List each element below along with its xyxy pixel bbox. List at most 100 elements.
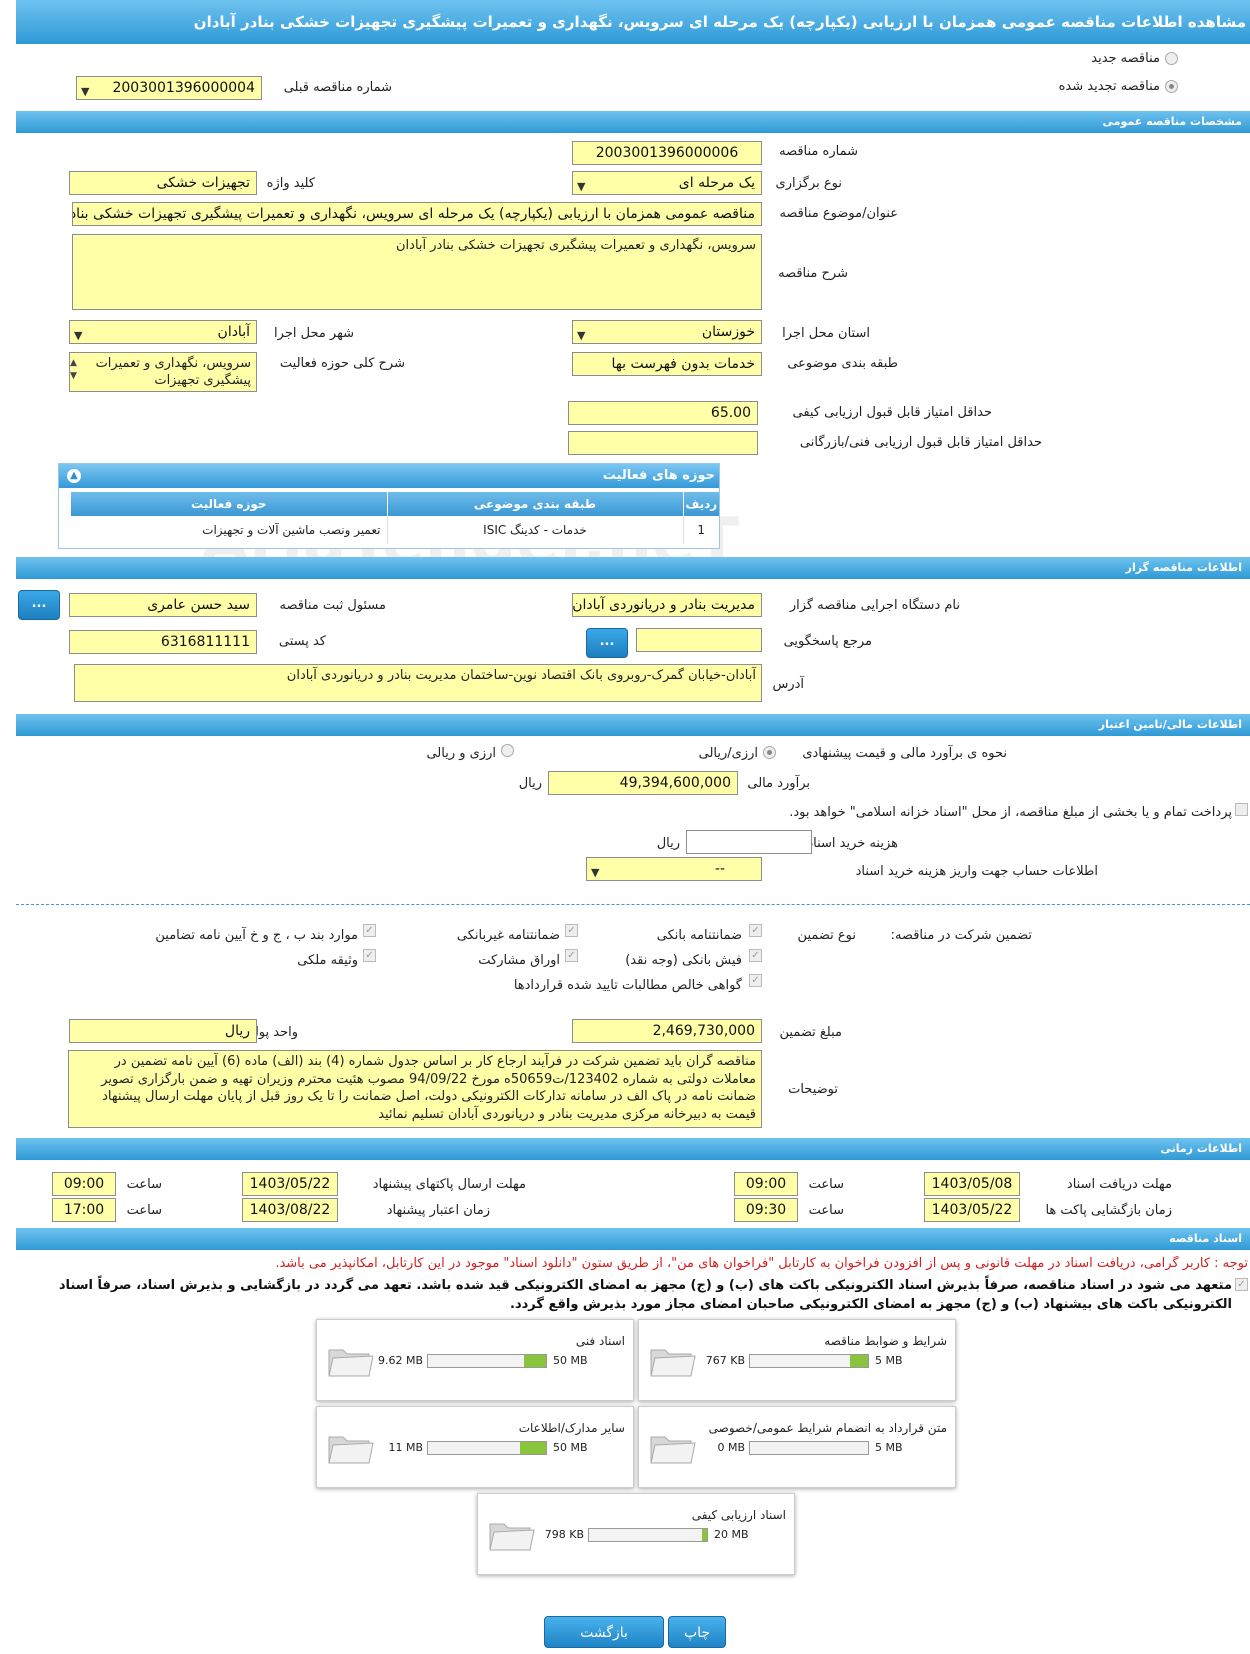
estimate-unit: ریال [518, 776, 542, 791]
general-section-header: مشخصات مناقصه عمومی [16, 111, 1250, 133]
chevron-down-icon: ▼ [591, 866, 600, 879]
method-option2-radio[interactable] [501, 744, 514, 757]
doc-card[interactable]: سایر مدارک/اطلاعات 11 MB 50 MB [316, 1406, 634, 1488]
ref-field [636, 628, 762, 652]
send-date: 1403/05/22 [242, 1172, 338, 1196]
guarantee-checkbox[interactable]: ✓ [749, 974, 762, 987]
province-label: استان محل اجرا [782, 326, 870, 341]
doc-card[interactable]: متن قرارداد به انضمام شرایط عمومی/خصوصی … [638, 1406, 956, 1488]
new-tender-radio[interactable] [1165, 52, 1178, 65]
account-label: اطلاعات حساب جهت واریز هزینه خرید اسناد [855, 864, 1098, 879]
progress-bar [749, 1441, 869, 1455]
ref-label: مرجع پاسخگویی [783, 634, 872, 649]
estimate-label: برآورد مالی [747, 776, 810, 791]
doc-cost-unit: ریال [656, 836, 680, 851]
valid-time: 17:00 [52, 1198, 116, 1222]
tender-number-field: 2003001396000006 [572, 141, 762, 165]
commit-checkbox[interactable]: ✓ [1235, 1278, 1248, 1291]
category-label: طبقه بندی موضوعی [787, 356, 898, 371]
renewed-tender-radio[interactable] [1165, 80, 1178, 93]
postal-label: کد پستی [278, 634, 326, 649]
guarantee-checkbox[interactable]: ✓ [363, 924, 376, 937]
responsible-more-button[interactable]: ... [18, 590, 60, 620]
guarantee-checkbox[interactable]: ✓ [749, 949, 762, 962]
print-button[interactable]: چاپ [668, 1616, 726, 1648]
province-select[interactable]: خوزستان ▼ [572, 320, 762, 344]
guarantee-type-label: نوع تضمین [797, 928, 856, 943]
activity-table: ردیف طبقه بندی موضوعی حوزه فعالیت 1 خدما… [71, 492, 719, 544]
address-field: آبادان-خیابان گمرک-روبروی بانک اقتصاد نو… [74, 664, 762, 702]
category-field: خدمات بدون فهرست بها [572, 352, 762, 376]
table-row[interactable]: 1 خدمات - کدینگ ISIC تعمیر ونصب ماشین آل… [71, 516, 719, 544]
progress-bar [749, 1354, 869, 1368]
open-time: 09:30 [734, 1198, 798, 1222]
col-row: ردیف [682, 492, 719, 516]
subject-label: عنوان/موضوع مناقصه [779, 206, 898, 221]
scroll-arrows-icon[interactable]: ▲ ▼ [70, 357, 77, 383]
receive-hour-label: ساعت [808, 1177, 844, 1192]
method-label: نحوه ی برآورد مالی و قیمت پیشنهادی [802, 746, 1007, 761]
commit-text: متعهد می شود در اسناد مناقصه، صرفاً بذیر… [58, 1278, 1232, 1312]
valid-hour-label: ساعت [126, 1203, 162, 1218]
type-select[interactable]: یک مرحله ای ▼ [572, 171, 762, 195]
chevron-down-icon: ▼ [577, 329, 586, 342]
amount-field: 2,469,730,000 [572, 1019, 762, 1043]
subject-field: مناقصه عمومی همزمان با ارزیابی (یکپارچه)… [72, 202, 762, 226]
responsible-field: سید حسن عامری [69, 593, 257, 617]
guarantee-checkbox[interactable]: ✓ [565, 924, 578, 937]
renewed-tender-label: مناقصه تجدید شده [1058, 79, 1160, 94]
col-category: طبقه بندی موضوعی [386, 492, 683, 516]
doc-card[interactable]: اسناد ارزیابی کیفی 798 KB 20 MB [477, 1493, 795, 1575]
activity-panel-header: حوزه های فعالیت ▲ [59, 464, 719, 488]
org-label: نام دستگاه اجرایی مناقصه گزار [789, 598, 960, 613]
guarantee-item: گواهی خالص مطالبات تایید شده قراردادها [513, 978, 742, 993]
tender-number-label: شماره مناقصه [779, 144, 858, 159]
account-select[interactable]: -- ▼ [586, 857, 762, 881]
ref-more-button[interactable]: ... [586, 628, 628, 658]
guarantee-item: ضمانتنامه بانکی [656, 928, 742, 943]
treasury-checkbox[interactable] [1235, 803, 1248, 816]
progress-bar [427, 1354, 547, 1368]
guarantee-checkbox[interactable]: ✓ [363, 949, 376, 962]
docs-notice: توجه : کاربر گرامی، دریافت اسناد در مهلت… [275, 1256, 1248, 1271]
receive-label: مهلت دریافت اسناد [1066, 1177, 1172, 1192]
keyword-field: تجهیزات خشکی [69, 171, 257, 195]
guarantee-checkbox[interactable]: ✓ [565, 949, 578, 962]
prev-number-label: شماره مناقصه قبلی [283, 80, 392, 95]
guarantee-item: ضمانتنامه غیربانکی [456, 928, 560, 943]
address-label: آدرس [772, 677, 804, 692]
activity-field: سرویس، نگهداری و تعمیرات پیشگیری تجهیزات [69, 352, 257, 392]
send-hour-label: ساعت [126, 1177, 162, 1192]
org-field: مدیریت بنادر و دریانوردی آبادان [572, 593, 762, 617]
city-label: شهر محل اجرا [274, 326, 354, 341]
method-option1-label: ارزی/ریالی [698, 746, 758, 761]
doc-card[interactable]: شرایط و ضوابط مناقصه 767 KB 5 MB [638, 1319, 956, 1401]
method-option1-radio[interactable] [763, 746, 776, 759]
city-select[interactable]: آبادان ▼ [69, 320, 257, 344]
valid-date: 1403/08/22 [242, 1198, 338, 1222]
open-date: 1403/05/22 [924, 1198, 1020, 1222]
description-field: سرویس، نگهداری و تعمیرات پیشگیری تجهیزات… [72, 234, 762, 310]
receive-date: 1403/05/08 [924, 1172, 1020, 1196]
collapse-icon[interactable]: ▲ [67, 469, 81, 483]
organizer-section-header: اطلاعات مناقصه گزار [16, 557, 1250, 579]
guarantee-item: اوراق مشارکت [478, 953, 560, 968]
chevron-down-icon: ▼ [74, 329, 83, 342]
method-option2-label: ارزی و ریالی [426, 746, 496, 761]
guarantee-checkbox[interactable]: ✓ [749, 924, 762, 937]
responsible-label: مسئول ثبت مناقصه [279, 598, 386, 613]
guarantee-item: وثیقه ملکی [297, 953, 358, 968]
notes-field: مناقصه گران باید تضمین شرکت در فرآیند ار… [68, 1050, 762, 1128]
col-activity: حوزه فعالیت [190, 497, 267, 511]
type-label: نوع برگزاری [775, 176, 842, 191]
back-button[interactable]: بازگشت [544, 1616, 664, 1648]
min-quality-label: حداقل امتیاز قابل قبول ارزیابی کیفی [792, 405, 992, 420]
unit-field: ریال [69, 1019, 257, 1043]
doc-card[interactable]: اسناد فنی 9.62 MB 50 MB [316, 1319, 634, 1401]
prev-number-select[interactable]: 2003001396000004 ▼ [76, 76, 262, 100]
chevron-down-icon: ▼ [81, 85, 90, 98]
divider [16, 904, 1250, 905]
progress-bar [427, 1441, 547, 1455]
new-tender-label: مناقصه جدید [1091, 51, 1160, 66]
receive-time: 09:00 [734, 1172, 798, 1196]
